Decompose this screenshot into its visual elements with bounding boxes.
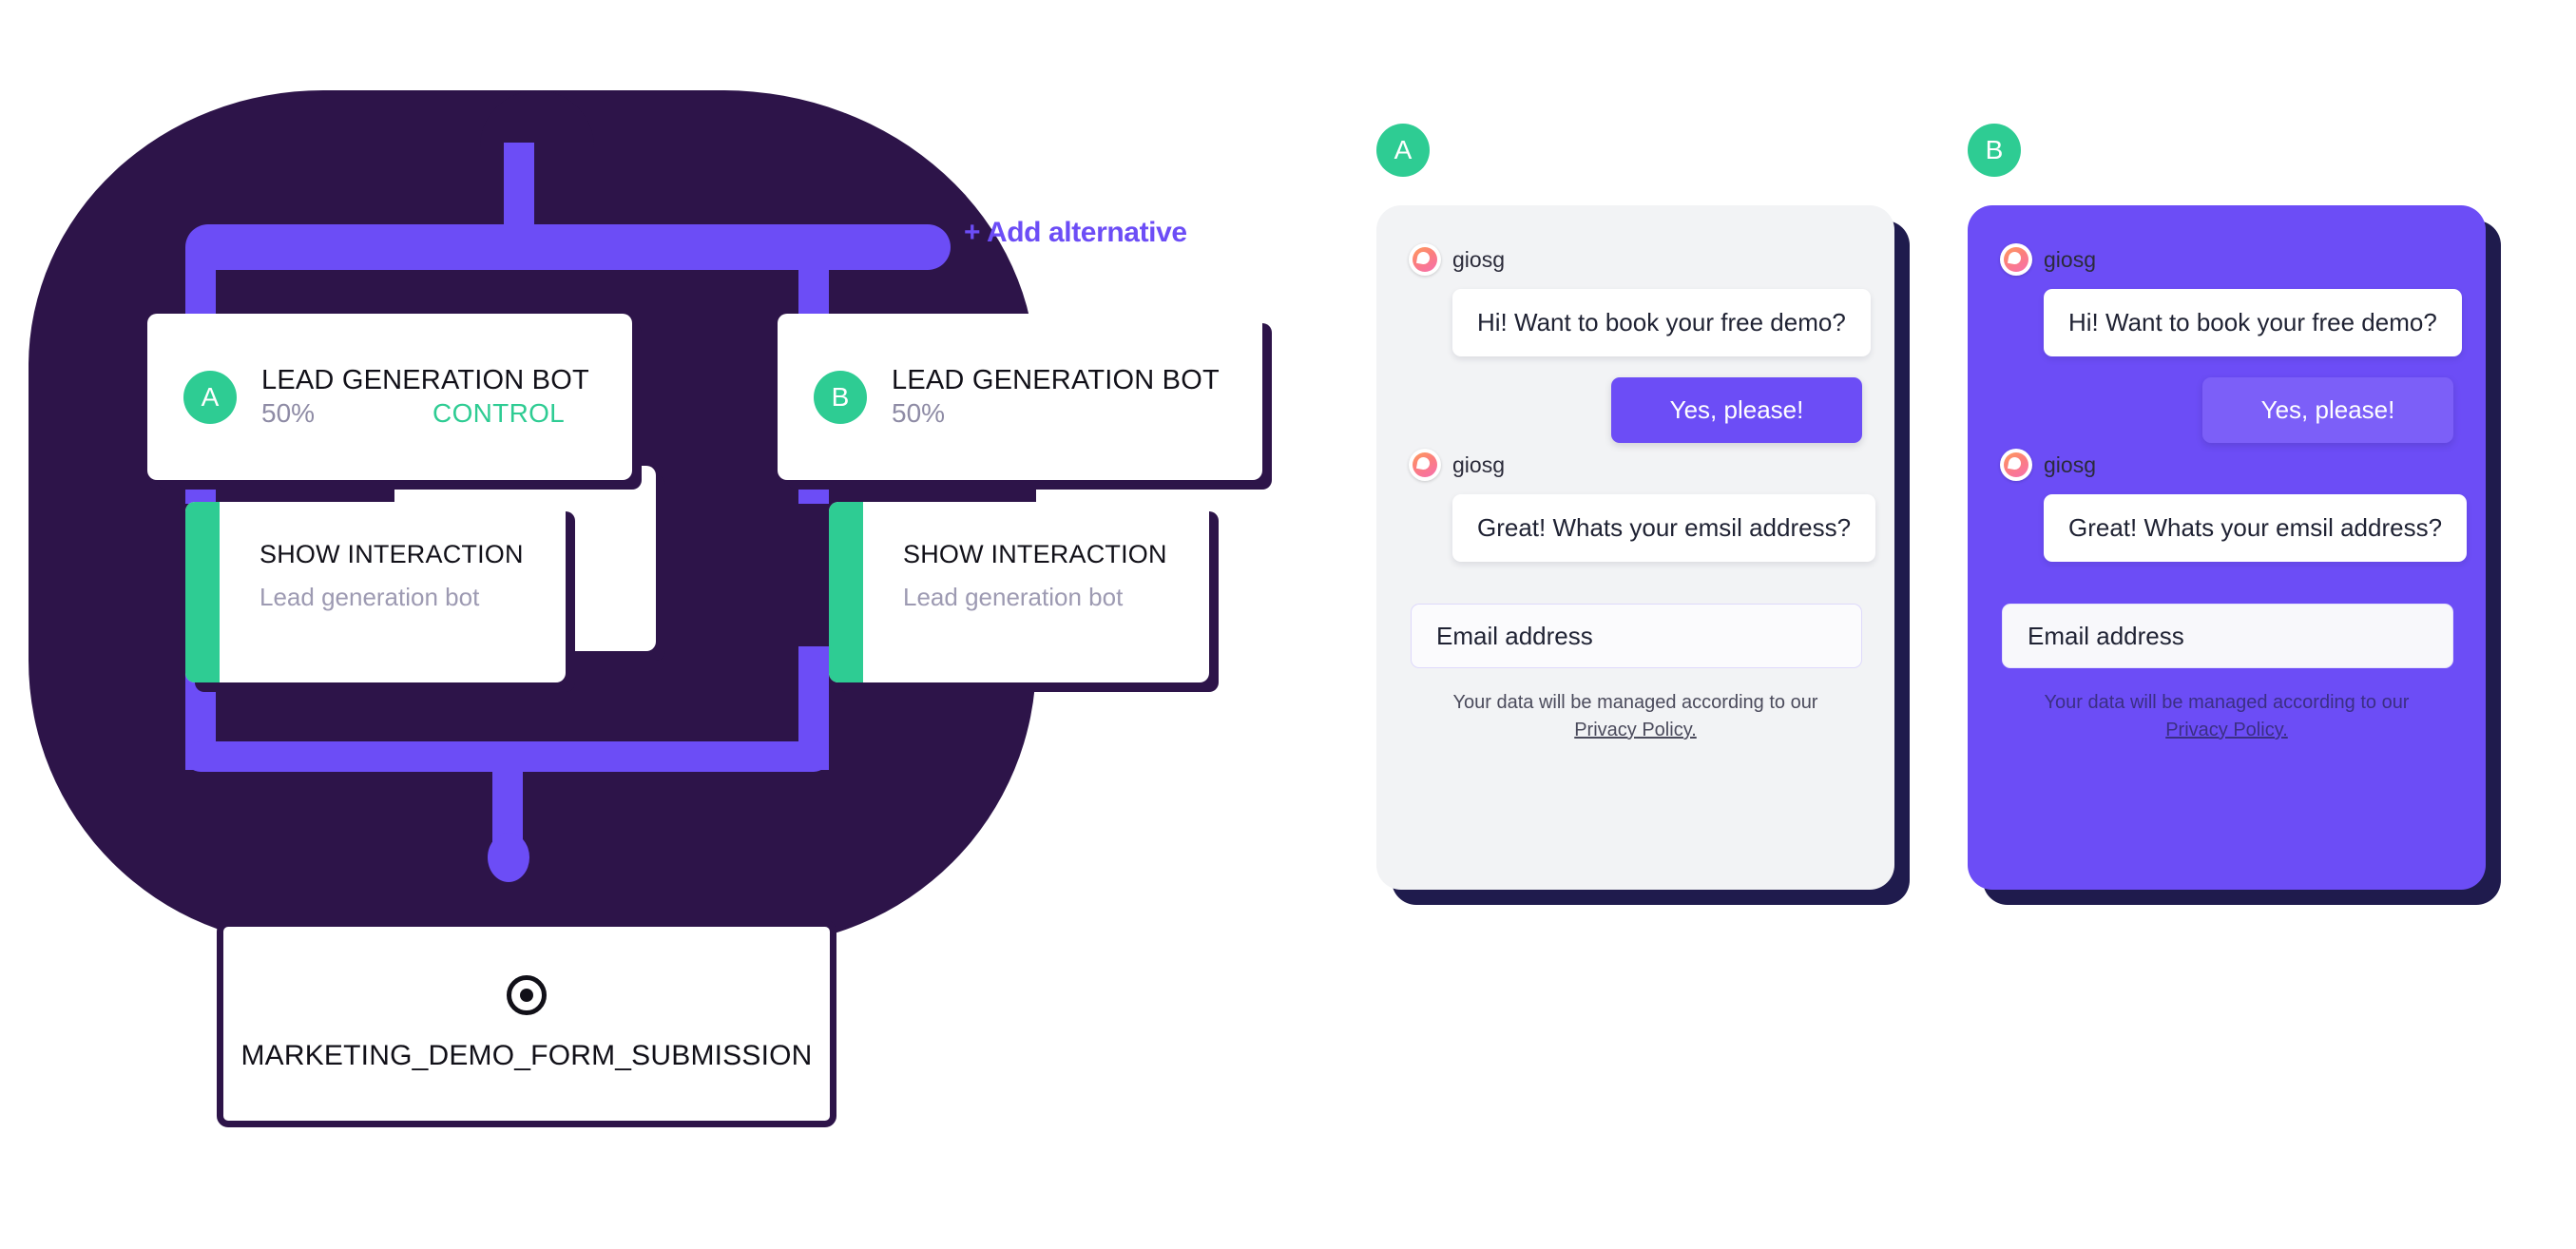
variant-title-b: LEAD GENERATION BOT	[892, 364, 1220, 395]
variant-percent-a: 50%	[261, 398, 316, 429]
bot-message-b-1: Hi! Want to book your free demo?	[2044, 289, 2462, 356]
bot-message-a-1: Hi! Want to book your free demo?	[1452, 289, 1871, 356]
giosg-avatar-icon	[2000, 449, 2032, 481]
variant-card-b[interactable]: B LEAD GENERATION BOT 50%	[778, 314, 1262, 480]
connector-end-dot	[488, 833, 529, 882]
legal-notice-b: Your data will be managed according to o…	[2000, 689, 2453, 744]
action-title-a: SHOW INTERACTION	[260, 540, 524, 568]
variant-control-tag-a: CONTROL	[433, 398, 566, 429]
action-card-a[interactable]: SHOW INTERACTION Lead generation bot	[185, 502, 566, 682]
connector-branch-a	[185, 247, 216, 314]
bot-name-a-1: giosg	[1452, 246, 1505, 272]
preview-variant-a: A giosg Hi! Want to book your free demo?…	[1376, 124, 1894, 890]
privacy-policy-link-b[interactable]: Privacy Policy.	[2000, 717, 2453, 744]
goal-label: MARKETING_DEMO_FORM_SUBMISSION	[240, 1040, 813, 1071]
legal-text-b: Your data will be managed according to o…	[2044, 692, 2410, 713]
privacy-policy-link-a[interactable]: Privacy Policy.	[1409, 717, 1862, 744]
preview-badge-b: B	[1968, 124, 2021, 177]
legal-notice-a: Your data will be managed according to o…	[1409, 689, 1862, 744]
connector-branch-b	[798, 247, 829, 314]
preview-badge-a: A	[1376, 124, 1430, 177]
variant-badge-a: A	[183, 370, 237, 424]
email-field-a[interactable]: Email address	[1411, 604, 1862, 668]
target-icon	[507, 975, 547, 1015]
preview-variant-b: B giosg Hi! Want to book your free demo?…	[1968, 124, 2486, 890]
bot-name-b-2: giosg	[2044, 452, 2096, 477]
action-sub-a: Lead generation bot	[260, 583, 480, 611]
giosg-avatar-icon	[2000, 243, 2032, 276]
ab-test-flow-diagram: + Add alternative A LEAD GENERATION BOT …	[0, 0, 1331, 1249]
quick-reply-button-a[interactable]: Yes, please!	[1611, 377, 1862, 443]
giosg-avatar-icon	[1409, 243, 1441, 276]
add-alternative-button[interactable]: + Add alternative	[964, 217, 1187, 249]
variant-percent-b: 50%	[892, 398, 946, 429]
bot-name-a-2: giosg	[1452, 452, 1505, 477]
bot-identity-row-b-1: giosg	[2000, 243, 2453, 276]
action-card-b[interactable]: SHOW INTERACTION Lead generation bot	[829, 502, 1209, 682]
chat-widget-b[interactable]: giosg Hi! Want to book your free demo? Y…	[1968, 205, 2486, 890]
action-sub-b: Lead generation bot	[903, 583, 1124, 611]
connector-split-bus	[185, 224, 951, 270]
variant-badge-b: B	[814, 370, 867, 424]
variant-card-a[interactable]: A LEAD GENERATION BOT 50% CONTROL	[147, 314, 632, 480]
email-field-b[interactable]: Email address	[2002, 604, 2453, 668]
bot-message-b-2: Great! Whats your emsil address?	[2044, 494, 2468, 562]
chat-widget-a[interactable]: giosg Hi! Want to book your free demo? Y…	[1376, 205, 1894, 890]
action-title-b: SHOW INTERACTION	[903, 540, 1167, 568]
bot-identity-row-b-2: giosg	[2000, 449, 2453, 481]
bot-identity-row-a-1: giosg	[1409, 243, 1862, 276]
bot-message-a-2: Great! Whats your emsil address?	[1452, 494, 1876, 562]
variant-title-a: LEAD GENERATION BOT	[261, 364, 589, 395]
legal-text-a: Your data will be managed according to o…	[1452, 692, 1818, 713]
bot-identity-row-a-2: giosg	[1409, 449, 1862, 481]
quick-reply-button-b[interactable]: Yes, please!	[2202, 377, 2453, 443]
action-stripe-b	[829, 502, 863, 682]
bot-name-b-1: giosg	[2044, 246, 2096, 272]
giosg-avatar-icon	[1409, 449, 1441, 481]
goal-card[interactable]: MARKETING_DEMO_FORM_SUBMISSION	[217, 920, 836, 1127]
action-stripe-a	[185, 502, 220, 682]
